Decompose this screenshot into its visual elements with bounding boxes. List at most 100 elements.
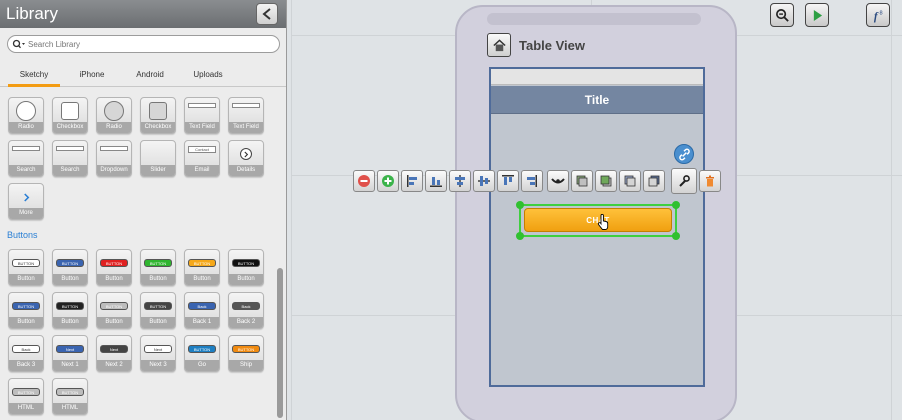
- item-label: Back 1: [185, 317, 219, 328]
- screen-title: Table View: [487, 33, 585, 57]
- item-label: Checkbox: [53, 122, 87, 133]
- align-left-icon: [407, 175, 417, 187]
- library-item-checkbox[interactable]: Checkbox: [140, 97, 176, 134]
- item-preview: [56, 144, 84, 164]
- trash-button[interactable]: [699, 170, 721, 192]
- align-left-button[interactable]: [401, 170, 423, 192]
- remove-button[interactable]: [353, 170, 375, 192]
- library-item-button[interactable]: BUTTON Button: [228, 249, 264, 286]
- scrollbar-thumb[interactable]: [277, 268, 283, 418]
- library-item-button[interactable]: BUTTON Button: [96, 249, 132, 286]
- item-preview: Back: [232, 296, 260, 316]
- item-label: Button: [97, 274, 131, 285]
- item-preview: [12, 144, 40, 164]
- item-label: Search: [9, 165, 43, 176]
- library-item-email[interactable]: Contact Email: [184, 140, 220, 177]
- tab-iphone[interactable]: iPhone: [70, 63, 114, 87]
- library-item-button[interactable]: BUTTON Go: [184, 335, 220, 372]
- tab-sketchy[interactable]: Sketchy: [8, 63, 60, 87]
- play-button[interactable]: [805, 3, 829, 27]
- library-item-button[interactable]: BUTTON Button: [96, 292, 132, 329]
- library-scrollbar[interactable]: [276, 90, 284, 420]
- item-preview: [12, 187, 40, 207]
- item-preview: [100, 101, 128, 121]
- add-button[interactable]: [377, 170, 399, 192]
- library-item-button[interactable]: Next Next 1: [52, 335, 88, 372]
- zoom-button[interactable]: [770, 3, 794, 27]
- bring-front-button[interactable]: [571, 170, 593, 192]
- resize-handle-top-right[interactable]: [672, 201, 680, 209]
- distribute-button[interactable]: [547, 170, 569, 192]
- library-item-radio[interactable]: Radio: [96, 97, 132, 134]
- tab-uploads[interactable]: Uploads: [184, 63, 232, 87]
- button-preview-text: BUTTON: [12, 259, 40, 267]
- library-item-button[interactable]: BUTTON Button: [8, 249, 44, 286]
- design-canvas[interactable]: f8 Table View Title CHAT: [291, 0, 902, 420]
- library-item-button[interactable]: BUTTON Ship: [228, 335, 264, 372]
- library-item-button[interactable]: Next Next 2: [96, 335, 132, 372]
- button-preview-text: BUTTON: [12, 302, 40, 310]
- library-item-button[interactable]: BUTTON Button: [52, 249, 88, 286]
- resize-handle-bottom-left[interactable]: [516, 232, 524, 240]
- library-item-dropdown[interactable]: Dropdown: [96, 140, 132, 177]
- library-item-search[interactable]: Search: [8, 140, 44, 177]
- tab-android[interactable]: Android: [126, 63, 174, 87]
- collapse-library-button[interactable]: [256, 3, 278, 25]
- align-middle-icon: [478, 176, 490, 186]
- resize-handle-bottom-right[interactable]: [672, 232, 680, 240]
- library-item-button[interactable]: BUTTON HTML: [8, 378, 44, 415]
- library-item-slider[interactable]: Slider: [140, 140, 176, 177]
- library-item-button[interactable]: BUTTON Button: [8, 292, 44, 329]
- item-preview: Back: [188, 296, 216, 316]
- library-item-search[interactable]: Search: [52, 140, 88, 177]
- item-preview: Back: [12, 339, 40, 359]
- library-item-radio[interactable]: Radio: [8, 97, 44, 134]
- library-item-checkbox[interactable]: Checkbox: [52, 97, 88, 134]
- library-item-text-field[interactable]: Text Field: [184, 97, 220, 134]
- align-middle-button[interactable]: [473, 170, 495, 192]
- item-preview: BUTTON: [12, 382, 40, 402]
- search-input[interactable]: [28, 39, 268, 49]
- wrench-button[interactable]: [671, 168, 697, 194]
- navigation-bar[interactable]: Title: [491, 86, 703, 114]
- library-item-details[interactable]: Details: [228, 140, 264, 177]
- item-label: HTML: [9, 403, 43, 414]
- library-item-button[interactable]: BUTTON Button: [140, 292, 176, 329]
- library-item-button[interactable]: BUTTON HTML: [52, 378, 88, 415]
- library-item-more[interactable]: More: [8, 183, 44, 220]
- send-back-button[interactable]: [643, 170, 665, 192]
- fullscreen-button[interactable]: f8: [866, 3, 890, 27]
- align-bottom-icon: [430, 177, 442, 187]
- align-right-button[interactable]: [521, 170, 543, 192]
- bring-front-icon: [576, 175, 588, 187]
- item-label: Next 3: [141, 360, 175, 371]
- bring-forward-button[interactable]: [595, 170, 617, 192]
- item-label: Button: [53, 317, 87, 328]
- library-item-button[interactable]: Next Next 3: [140, 335, 176, 372]
- link-icon[interactable]: [674, 144, 694, 164]
- library-item-text-field[interactable]: Text Field: [228, 97, 264, 134]
- item-label: Back 2: [229, 317, 263, 328]
- section-heading-buttons: Buttons: [7, 230, 38, 240]
- align-top-button[interactable]: [497, 170, 519, 192]
- add-icon: [382, 175, 394, 187]
- align-center-icon: [455, 175, 465, 187]
- home-icon[interactable]: [487, 33, 511, 57]
- resize-handle-top-left[interactable]: [516, 201, 524, 209]
- item-label: Button: [141, 274, 175, 285]
- align-center-button[interactable]: [449, 170, 471, 192]
- library-item-button[interactable]: Back Back 2: [228, 292, 264, 329]
- library-item-button[interactable]: BUTTON Button: [140, 249, 176, 286]
- item-label: Back 3: [9, 360, 43, 371]
- library-item-button[interactable]: BUTTON Button: [184, 249, 220, 286]
- align-top-icon: [502, 175, 514, 185]
- button-preview-text: BUTTON: [144, 259, 172, 267]
- search-box[interactable]: [7, 35, 280, 53]
- library-item-button[interactable]: Back Back 3: [8, 335, 44, 372]
- send-backward-button[interactable]: [619, 170, 641, 192]
- library-item-button[interactable]: BUTTON Button: [52, 292, 88, 329]
- library-item-button[interactable]: Back Back 1: [184, 292, 220, 329]
- status-bar: [491, 69, 703, 85]
- item-preview: [232, 144, 260, 164]
- align-bottom-button[interactable]: [425, 170, 447, 192]
